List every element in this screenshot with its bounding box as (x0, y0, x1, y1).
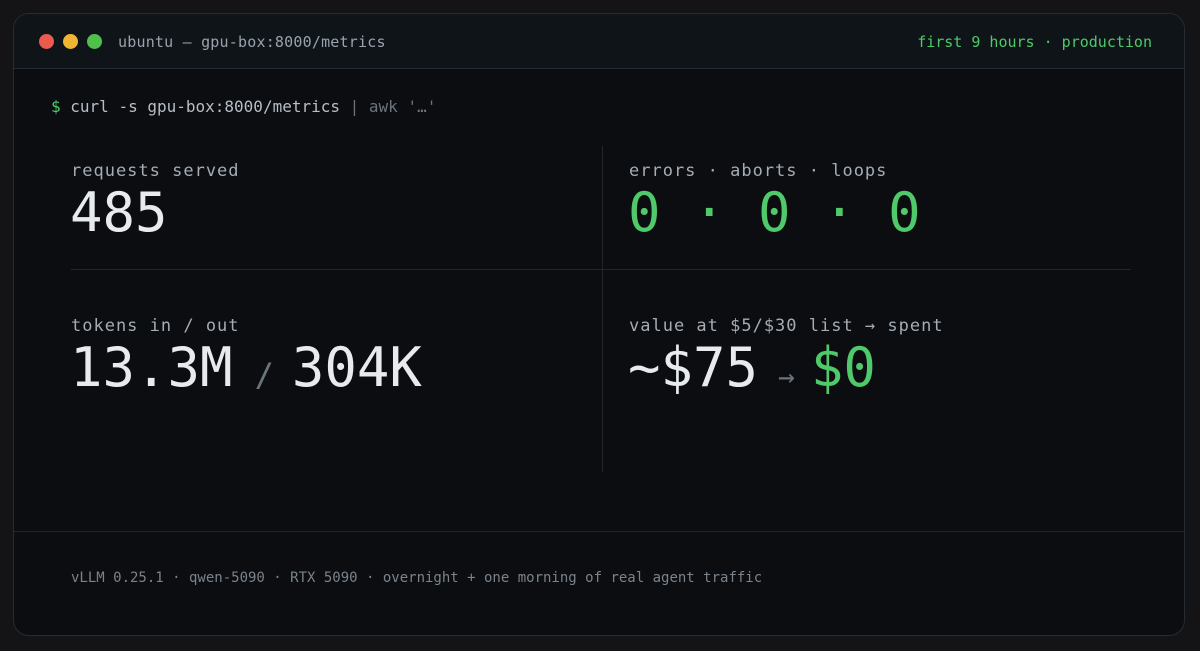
tokens-label: tokens in / out (71, 316, 240, 336)
window-status: first 9 hours · production (917, 33, 1152, 51)
spent-value: $0 (810, 336, 876, 399)
minimize-button[interactable] (63, 34, 78, 49)
list-value: ~$75 (628, 336, 759, 399)
requests-label: requests served (71, 161, 240, 181)
tokens-in: 13.3M (70, 336, 233, 399)
terminal-window: ubuntu — gpu-box:8000/metrics first 9 ho… (13, 13, 1185, 636)
arrow-icon: → (778, 360, 795, 393)
tokens-value: 13.3M/304K (70, 341, 422, 395)
title-bar: ubuntu — gpu-box:8000/metrics first 9 ho… (14, 14, 1184, 69)
window-title: ubuntu — gpu-box:8000/metrics (118, 33, 386, 51)
maximize-button[interactable] (87, 34, 102, 49)
errors-label: errors · aborts · loops (629, 161, 888, 181)
close-button[interactable] (39, 34, 54, 49)
value-label: value at $5/$30 list → spent (629, 316, 944, 336)
prompt-symbol: $ (51, 97, 61, 116)
errors-value: 0 · 0 · 0 (628, 181, 921, 244)
footer-divider (14, 531, 1184, 532)
tokens-out: 304K (291, 336, 422, 399)
footer-text: vLLM 0.25.1 · qwen-5090 · RTX 5090 · ove… (71, 570, 763, 586)
command-pipe: | awk '…' (349, 97, 437, 116)
tokens-separator: / (254, 356, 274, 394)
command-text: curl -s gpu-box:8000/metrics (70, 97, 340, 116)
horizontal-divider (71, 269, 1131, 270)
value-value: ~$75 → $0 (628, 341, 876, 395)
requests-value: 485 (70, 181, 168, 244)
vertical-divider (602, 146, 603, 472)
command-line: $ curl -s gpu-box:8000/metrics | awk '…' (51, 97, 436, 116)
